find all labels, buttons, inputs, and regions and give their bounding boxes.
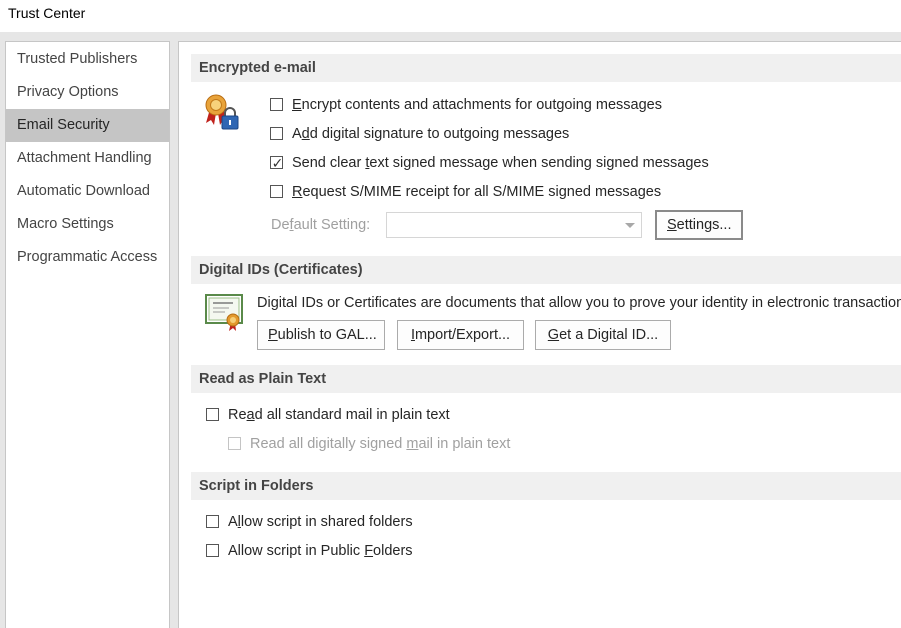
certificate-lock-icon	[205, 94, 239, 130]
checkmark-icon: ✓	[271, 155, 284, 171]
sidebar: Trusted Publishers Privacy Options Email…	[5, 41, 170, 628]
allow-script-shared-folders-checkbox[interactable]	[206, 515, 219, 528]
get-digital-id-button[interactable]: Get a Digital ID...	[535, 320, 671, 350]
settings-button[interactable]: Settings...	[655, 210, 743, 240]
section-header-digital-ids: Digital IDs (Certificates)	[191, 256, 901, 284]
sidebar-item-attachment-handling[interactable]: Attachment Handling	[6, 142, 169, 175]
allow-script-public-folders-checkbox[interactable]	[206, 544, 219, 557]
publish-to-gal-button[interactable]: Publish to GAL...	[257, 320, 385, 350]
section-header-read-as-plain-text: Read as Plain Text	[191, 365, 901, 393]
sidebar-item-privacy-options[interactable]: Privacy Options	[6, 76, 169, 109]
digital-ids-description: Digital IDs or Certificates are document…	[257, 295, 901, 311]
read-standard-mail-plain-text-checkbox[interactable]	[206, 408, 219, 421]
send-clear-text-checkbox[interactable]: ✓	[270, 155, 283, 171]
sidebar-item-email-security[interactable]: Email Security	[6, 109, 169, 142]
section-header-encrypted-email: Encrypted e-mail	[191, 54, 901, 82]
request-smime-receipt-checkbox[interactable]	[270, 185, 283, 198]
encrypt-contents-checkbox[interactable]	[270, 98, 283, 111]
sidebar-item-programmatic-access[interactable]: Programmatic Access	[6, 241, 169, 274]
main-panel: Encrypted e-mail Encrypt contents and at…	[178, 41, 901, 628]
default-setting-dropdown[interactable]	[386, 212, 642, 238]
sidebar-item-trusted-publishers[interactable]: Trusted Publishers	[6, 43, 169, 76]
default-setting-label: Default Setting:	[271, 217, 371, 233]
title-bar: Trust Center	[0, 0, 901, 32]
chevron-down-icon	[625, 223, 635, 228]
sidebar-item-macro-settings[interactable]: Macro Settings	[6, 208, 169, 241]
certificate-document-icon	[205, 294, 243, 331]
section-header-script-in-folders: Script in Folders	[191, 472, 901, 500]
window-title: Trust Center	[8, 5, 86, 21]
import-export-button[interactable]: Import/Export...	[397, 320, 524, 350]
add-digital-signature-checkbox[interactable]	[270, 127, 283, 140]
read-signed-mail-plain-text-checkbox[interactable]	[228, 437, 241, 450]
sidebar-item-automatic-download[interactable]: Automatic Download	[6, 175, 169, 208]
